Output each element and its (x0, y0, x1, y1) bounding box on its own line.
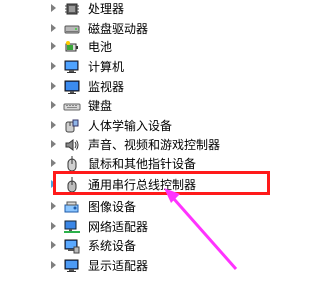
tree-item-imaging-devices[interactable]: 图像设备 (0, 198, 276, 216)
tree-item-system-devices[interactable]: 系统设备 (0, 237, 276, 255)
expand-arrow-icon[interactable] (51, 121, 56, 129)
tree-item-label: 图像设备 (88, 200, 137, 214)
tree-item-label: 网络适配器 (88, 220, 149, 234)
display-adapter-icon (63, 257, 81, 275)
tree-item-label: 磁盘驱动器 (88, 22, 149, 36)
tree-item-hid[interactable]: 人体学输入设备 (0, 117, 276, 135)
tree-item-sound-video-game[interactable]: 声音、视频和游戏控制器 (0, 136, 276, 154)
expand-arrow-icon[interactable] (51, 42, 56, 50)
tree-item-label: 监视器 (88, 80, 125, 94)
imaging-device-icon (63, 198, 81, 216)
tree-item-battery[interactable]: 电池 (0, 38, 276, 56)
tree-item-label: 声音、视频和游戏控制器 (88, 138, 221, 152)
hid-icon (63, 117, 81, 135)
expand-arrow-icon[interactable] (51, 202, 56, 210)
tree-item-label: 人体学输入设备 (88, 119, 173, 133)
expand-arrow-icon[interactable] (51, 62, 56, 70)
monitor-icon (63, 78, 81, 96)
tree-item-network-adapters[interactable]: 网络适配器 (0, 218, 276, 236)
expand-arrow-icon[interactable] (51, 24, 56, 32)
tree-item-label: 键盘 (88, 99, 113, 113)
expand-arrow-icon[interactable] (51, 261, 56, 269)
tree-item-label: 处理器 (88, 2, 125, 16)
expand-arrow-icon[interactable] (51, 241, 56, 249)
tree-item-display-adapters[interactable]: 显示适配器 (0, 257, 276, 275)
battery-icon (63, 38, 81, 56)
tree-item-monitors[interactable]: 监视器 (0, 78, 276, 96)
expand-arrow-icon[interactable] (51, 159, 56, 167)
disk-drive-icon (63, 20, 81, 38)
computer-icon (63, 58, 81, 76)
sound-icon (63, 136, 81, 154)
processor-icon (63, 0, 81, 18)
tree-item-label: 电池 (88, 40, 113, 54)
expand-arrow-icon[interactable] (51, 82, 56, 90)
tree-item-label: 鼠标和其他指针设备 (88, 157, 197, 171)
system-device-icon (63, 237, 81, 255)
expand-arrow-icon[interactable] (51, 222, 56, 230)
tree-item-label: 显示适配器 (88, 259, 149, 273)
network-adapter-icon (63, 218, 81, 236)
tree-item-keyboards[interactable]: 键盘 (0, 97, 276, 115)
expand-arrow-icon[interactable] (51, 101, 56, 109)
tree-item-disk-drives[interactable]: 磁盘驱动器 (0, 20, 276, 38)
tree-item-processor[interactable]: 处理器 (0, 0, 276, 18)
keyboard-icon (63, 97, 81, 115)
tree-item-computer[interactable]: 计算机 (0, 58, 276, 76)
expand-arrow-icon[interactable] (51, 4, 56, 12)
tree-item-label: 系统设备 (88, 239, 137, 253)
expand-arrow-icon[interactable] (51, 140, 56, 148)
tree-item-label: 计算机 (88, 60, 125, 74)
highlight-box (53, 171, 270, 195)
device-manager-tree: 处理器 磁盘驱动器 电池 计算机 监视器 键盘 人体学输入设备 声音、视频和游戏… (0, 0, 276, 291)
